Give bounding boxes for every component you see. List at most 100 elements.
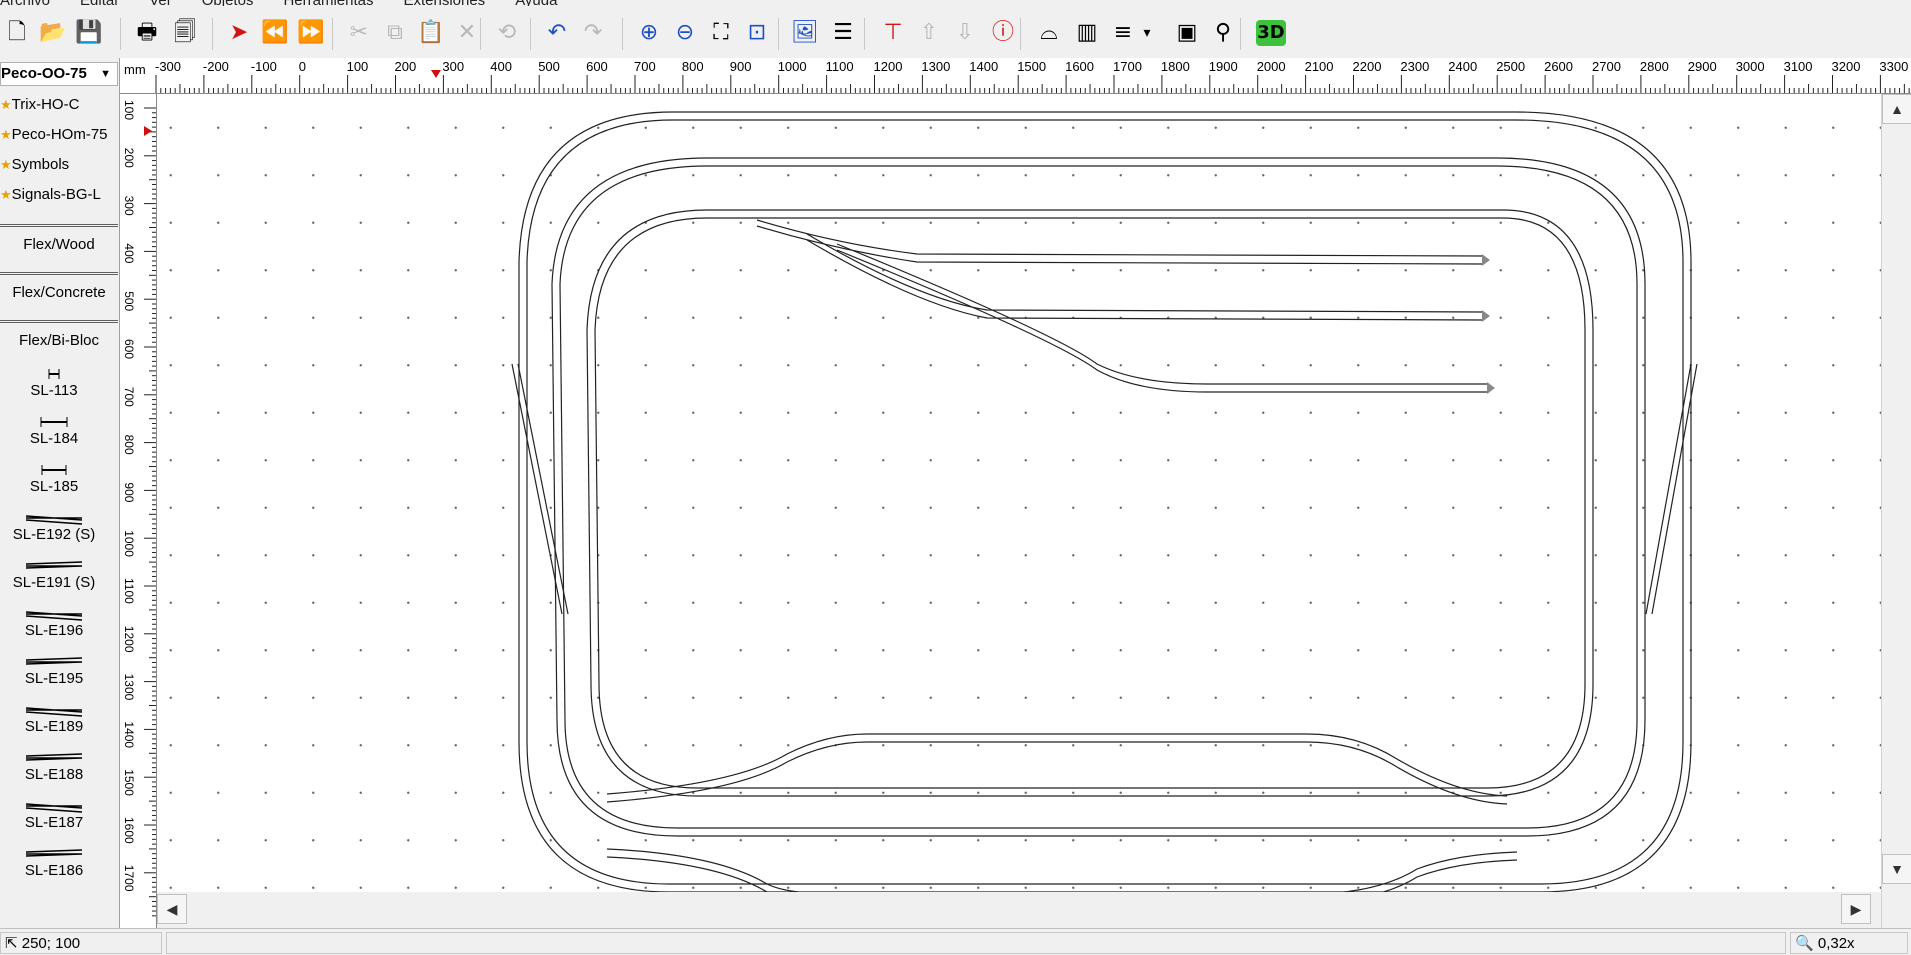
status-bar: ⇱ 250; 100 🔍 0,32x	[0, 928, 1911, 955]
zoom-actual-icon[interactable]: ⊡	[740, 16, 774, 50]
ruler-tick-label: 2900	[1688, 59, 1717, 74]
cursor-icon: ⇱	[5, 935, 18, 952]
part-symbol-icon	[25, 561, 83, 569]
ruler-tick-label: 3100	[1784, 59, 1813, 74]
part-item-sl-184[interactable]: SL-184	[0, 414, 108, 447]
part-group-flex-wood[interactable]: Flex/Wood	[0, 224, 118, 258]
forward-icon[interactable]: ⏩	[294, 16, 328, 50]
part-item-sl-e187[interactable]: SL-E187	[0, 798, 108, 831]
favorite-library-item[interactable]: ★Symbols	[0, 152, 69, 178]
scroll-right-button[interactable]: ▶	[1841, 894, 1871, 924]
part-item-sl-e192-s-[interactable]: SL-E192 (S)	[0, 510, 108, 543]
part-label: SL-E186	[24, 862, 84, 879]
part-item-sl-e191-s-[interactable]: SL-E191 (S)	[0, 558, 108, 591]
scroll-up-button[interactable]: ▲	[1882, 94, 1911, 124]
measure-icon[interactable]: ⚲	[1206, 16, 1240, 50]
library-select[interactable]: Peco-OO-75 ▼	[0, 62, 118, 86]
new-file-icon[interactable]: 🗋	[0, 16, 34, 50]
ruler-tick-label: 2100	[1305, 59, 1334, 74]
part-item-sl-e195[interactable]: SL-E195	[0, 654, 108, 687]
bridge-icon[interactable]: ⌓	[1032, 16, 1066, 50]
scroll-left-button[interactable]: ◀	[157, 894, 187, 924]
part-item-sl-e186[interactable]: SL-E186	[0, 846, 108, 879]
parts-list-icon[interactable]: ▣	[1170, 16, 1204, 50]
horizontal-scrollbar[interactable]: ◀ ▶	[157, 892, 1881, 928]
part-label: SL-E191 (S)	[12, 574, 96, 591]
ruler-tick-label: 900	[730, 59, 752, 74]
paste-icon[interactable]: 📋	[414, 16, 448, 50]
crossover-left	[511, 363, 569, 615]
favorite-library-item[interactable]: ★Trix-HO-C	[0, 92, 79, 118]
part-group-flex-bi-bloc[interactable]: Flex/Bi-Bloc	[0, 320, 118, 354]
background-image-icon[interactable]: 🖼	[788, 16, 822, 50]
toolbar-separator	[622, 18, 623, 50]
delete-icon[interactable]: ✕	[450, 16, 484, 50]
favorite-library-item[interactable]: ★Peco-HOm-75	[0, 122, 108, 148]
rewind-icon[interactable]: ⏪	[258, 16, 292, 50]
ruler-tick-label: 1500	[122, 769, 136, 796]
height-up-icon[interactable]: ⇧	[912, 16, 946, 50]
ruler-tick-label: 100	[347, 59, 369, 74]
part-symbol-icon	[25, 849, 83, 857]
ruler-tick-label: 3200	[1832, 59, 1861, 74]
part-symbol-icon	[48, 369, 60, 379]
print-preview-icon[interactable]: 🗐	[168, 16, 202, 50]
ruler-tick-label: 1500	[1017, 59, 1046, 74]
ruler-tick-label: 3000	[1736, 59, 1765, 74]
zoom-fit-icon[interactable]: ⛶	[704, 16, 738, 50]
ruler-tick-label: 1200	[122, 626, 136, 653]
part-item-sl-185[interactable]: SL-185	[0, 462, 108, 495]
cut-icon[interactable]: ✂	[342, 16, 376, 50]
vertical-scrollbar[interactable]: ▲ ▼	[1881, 94, 1911, 928]
height-down-icon[interactable]: ⇩	[948, 16, 982, 50]
view-3d-icon[interactable]: 3D	[1256, 20, 1286, 46]
ruler-tick-label: 1100	[122, 578, 136, 604]
part-item-sl-e188[interactable]: SL-E188	[0, 750, 108, 783]
layout-canvas[interactable]	[157, 94, 1881, 928]
rotate-icon[interactable]: ⟲	[490, 16, 524, 50]
zoom-indicator: 🔍 0,32x	[1790, 932, 1908, 954]
horizontal-ruler: mm -300 -200 -100 0 100 200 300 400 500 600 700 800 9…	[120, 58, 1911, 94]
describe-icon[interactable]: ➤	[222, 16, 256, 50]
print-icon[interactable]: 🖶	[130, 16, 164, 50]
ruler-tick-label: 1300	[122, 674, 136, 701]
ruler-tick-label: -300	[155, 59, 181, 74]
toolbar-separator	[212, 18, 213, 50]
bottom-passing-loop-1	[606, 733, 1508, 805]
part-item-sl-e189[interactable]: SL-E189	[0, 702, 108, 735]
cursor-coordinates: ⇱ 250; 100	[0, 932, 162, 954]
part-group-flex-concrete[interactable]: Flex/Concrete	[0, 272, 118, 306]
tunnel-icon[interactable]: ▥	[1070, 16, 1104, 50]
zoom-icon: 🔍	[1795, 935, 1814, 952]
ruler-tick-label: 2200	[1353, 59, 1382, 74]
zoom-in-icon[interactable]: ⊕	[632, 16, 666, 50]
ruler-tick-label: 1800	[1161, 59, 1190, 74]
ruler-tick-label: 500	[538, 59, 560, 74]
status-message	[166, 932, 1786, 954]
undo-icon[interactable]: ↶	[540, 16, 574, 50]
siding-tracks	[756, 219, 1487, 393]
track-join-icon[interactable]: ⊤	[876, 16, 910, 50]
star-icon: ★	[0, 157, 12, 172]
open-folder-icon[interactable]: 📂	[36, 16, 70, 50]
redo-icon[interactable]: ↷	[576, 16, 610, 50]
ruler-tick-label: 1600	[1065, 59, 1094, 74]
favorite-library-item[interactable]: ★Signals-BG-L	[0, 182, 101, 208]
ruler-unit: mm	[124, 62, 146, 77]
align-icon[interactable]: ≡	[1106, 16, 1140, 50]
part-item-sl-e196[interactable]: SL-E196	[0, 606, 108, 639]
part-symbol-icon	[41, 465, 67, 475]
ruler-tick-label: 2300	[1400, 59, 1429, 74]
ruler-tick-label: 1100	[826, 59, 854, 74]
ruler-tick-label: 300	[442, 59, 464, 74]
scroll-down-button[interactable]: ▼	[1882, 854, 1911, 884]
save-icon[interactable]: 💾	[72, 16, 106, 50]
layers-icon[interactable]: ☰	[826, 16, 860, 50]
info-icon[interactable]: ⓘ	[986, 16, 1020, 50]
favorite-library-label: Trix-HO-C	[11, 96, 80, 113]
copy-icon[interactable]: ⧉	[378, 16, 412, 50]
dropdown-caret-icon[interactable]: ▾	[1140, 16, 1154, 50]
zoom-out-icon[interactable]: ⊖	[668, 16, 702, 50]
part-item-sl-113[interactable]: SL-113	[0, 366, 108, 399]
ruler-tick-label: 1700	[122, 865, 136, 892]
